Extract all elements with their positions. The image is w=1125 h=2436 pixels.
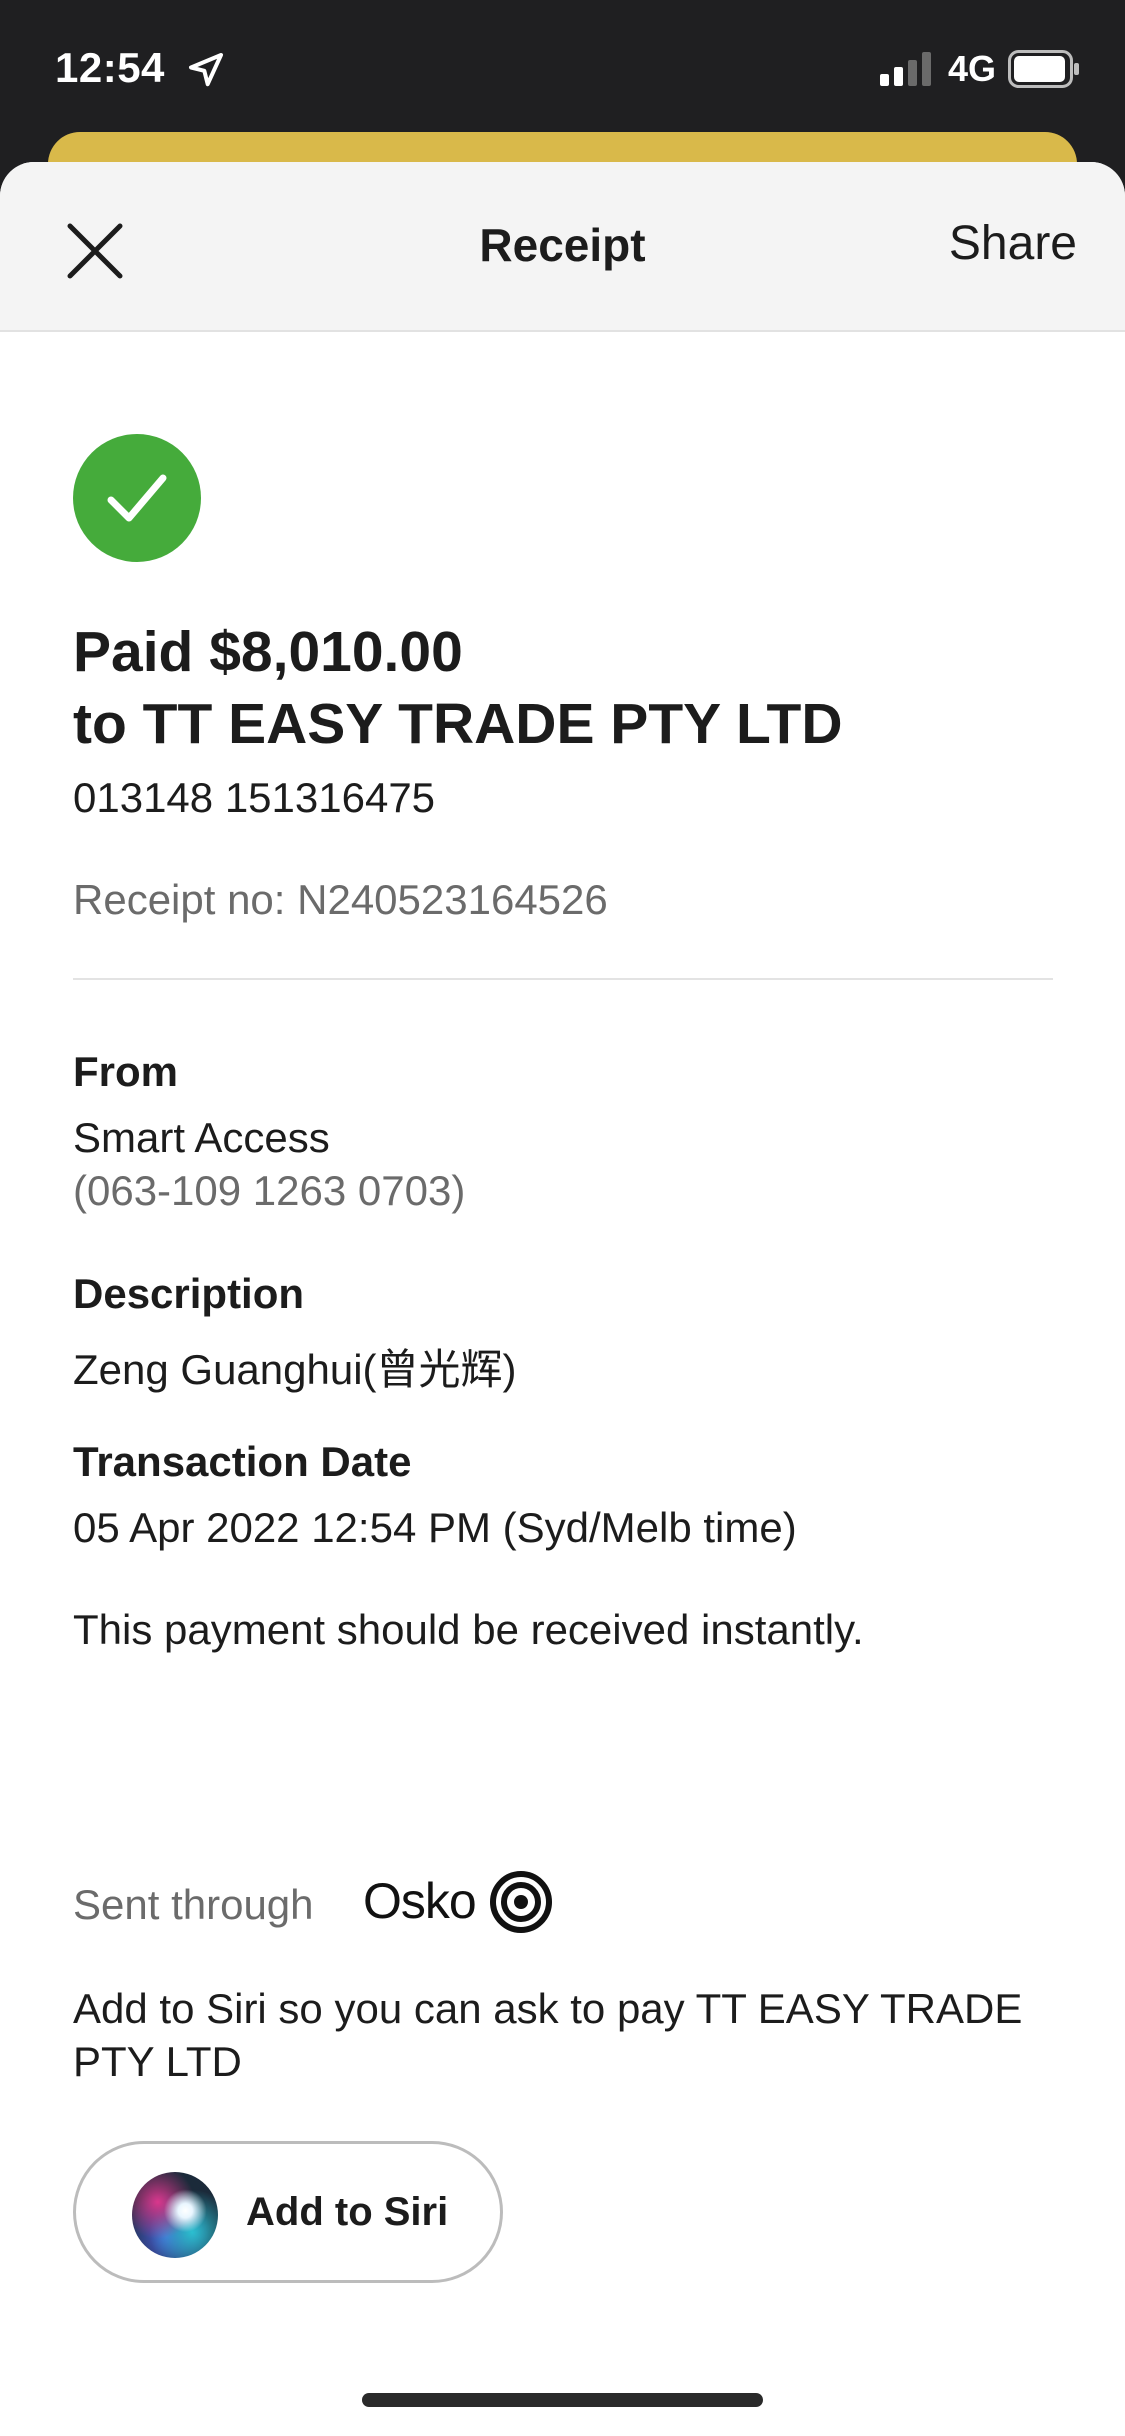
payee-account-number: 013148 151316475 — [73, 774, 436, 821]
description-value: Zeng Guanghui(曾光辉) — [73, 1346, 517, 1393]
location-arrow-icon — [189, 53, 223, 87]
status-bar: 12:54 4G — [0, 0, 1125, 135]
from-label: From — [73, 1048, 178, 1095]
status-time: 12:54 — [55, 44, 165, 91]
success-badge — [73, 434, 201, 562]
from-account-number: (063-109 1263 0703) — [73, 1167, 466, 1214]
receipt-number: Receipt no: N240523164526 — [73, 876, 608, 923]
transaction-date-value: 05 Apr 2022 12:54 PM (Syd/Melb time) — [73, 1504, 797, 1551]
signal-icon — [880, 52, 931, 86]
add-to-siri-label: Add to Siri — [246, 2190, 449, 2234]
share-button[interactable]: Share — [949, 216, 1077, 271]
payment-summary: Paid $8,010.00 to TT EASY TRADE PTY LTD — [73, 616, 1053, 760]
siri-prompt: Add to Siri so you can ask to pay TT EAS… — [73, 1985, 1023, 2085]
payee-name: to TT EASY TRADE PTY LTD — [73, 692, 843, 756]
home-indicator[interactable] — [362, 2393, 763, 2407]
instant-payment-note: This payment should be received instantl… — [73, 1606, 864, 1653]
siri-icon — [132, 2172, 218, 2258]
receipt-sheet: Receipt Share Paid $8,010.00 to TT EASY … — [0, 162, 1125, 2436]
description-label: Description — [73, 1270, 305, 1317]
add-to-siri-button[interactable]: Add to Siri — [73, 2141, 503, 2283]
battery-icon — [1008, 50, 1079, 88]
osko-wordmark: Osko — [363, 1873, 477, 1929]
osko-icon — [490, 1871, 552, 1933]
divider — [73, 978, 1053, 980]
transaction-date-label: Transaction Date — [73, 1438, 412, 1485]
from-account-name: Smart Access — [73, 1114, 330, 1161]
check-icon — [107, 474, 167, 522]
sent-through-label: Sent through — [73, 1881, 314, 1928]
sheet-header: Receipt Share — [0, 162, 1125, 332]
network-type: 4G — [948, 48, 997, 89]
paid-amount: Paid $8,010.00 — [73, 620, 463, 684]
